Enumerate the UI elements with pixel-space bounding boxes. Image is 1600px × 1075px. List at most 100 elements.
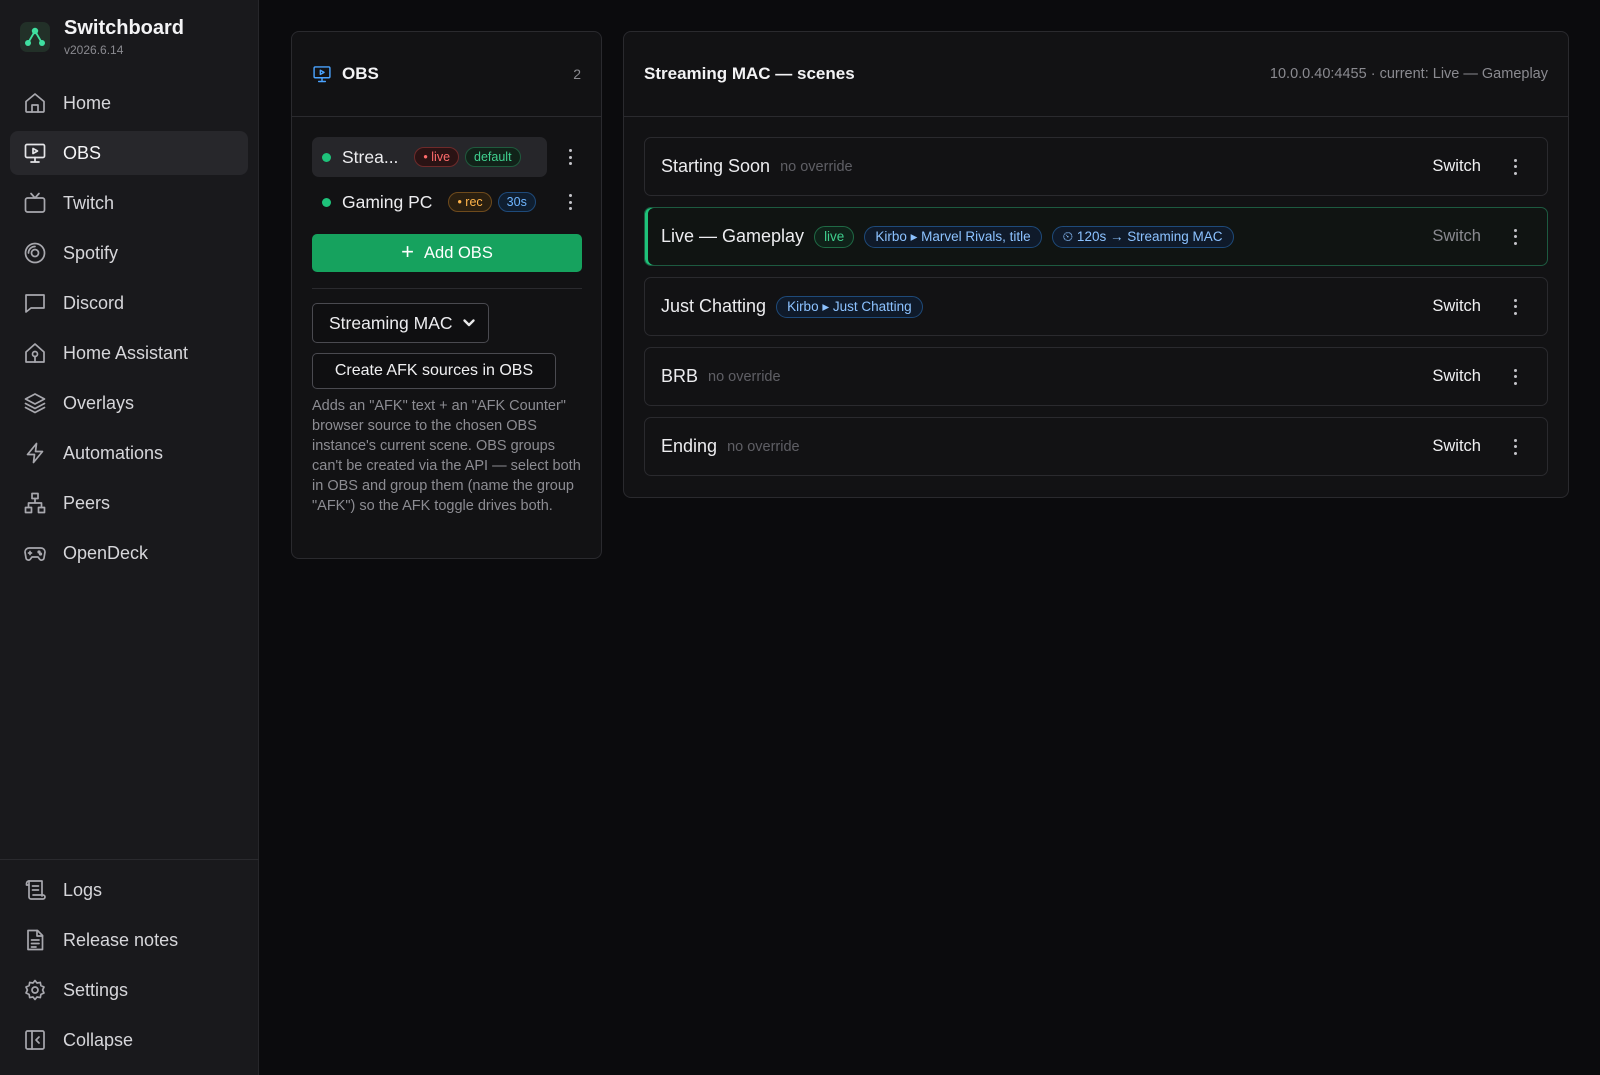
divider — [312, 288, 582, 289]
rec-badge: • rec — [448, 192, 492, 212]
nav-label: OpenDeck — [63, 542, 149, 563]
connection-info: 10.0.0.40:4455 · current: Live — Gamepla… — [1269, 66, 1548, 82]
scenes-panel-header: Streaming MAC — scenes 10.0.0.40:4455 · … — [624, 32, 1568, 117]
scene-note: no override — [708, 368, 781, 385]
switch-button[interactable]: Switch — [1432, 367, 1481, 386]
home-assistant-icon — [25, 343, 45, 363]
twitch-override-pill: Kirbo ▸ Marvel Rivals, title — [864, 225, 1042, 248]
connected-status-dot — [322, 152, 331, 162]
duration-badge: 30s — [497, 192, 536, 212]
nav-label: Discord — [63, 292, 125, 313]
home-icon — [25, 93, 45, 113]
collapse-icon — [25, 1030, 45, 1050]
sidebar: Switchboard v2026.6.14 Home OBS Twitch S… — [0, 0, 259, 1075]
nav-label: Spotify — [63, 242, 119, 263]
nav-item-overlays[interactable]: Overlays — [10, 381, 248, 425]
nav-item-home-assistant[interactable]: Home Assistant — [10, 331, 248, 375]
nav-item-twitch[interactable]: Twitch — [10, 181, 248, 225]
nav-item-opendeck[interactable]: OpenDeck — [10, 531, 248, 575]
nav-item-peers[interactable]: Peers — [10, 481, 248, 525]
chevron-down-icon — [463, 319, 475, 327]
nav-label: Automations — [63, 442, 164, 463]
select-value: Streaming MAC — [329, 312, 453, 333]
tv-icon — [24, 192, 46, 213]
switchboard-logo-icon — [20, 22, 50, 52]
scene-name: Ending — [661, 436, 718, 456]
nav-label: Settings — [63, 979, 129, 1000]
lightning-icon — [26, 442, 44, 464]
nav-label: OBS — [63, 142, 102, 163]
nav-label: Overlays — [63, 392, 135, 413]
brand: Switchboard v2026.6.14 — [20, 16, 184, 58]
scene-row-starting-soon: Starting Soon no override Switch — [644, 137, 1548, 196]
obs-instance-count: 2 — [573, 66, 581, 82]
nav-label: Peers — [63, 492, 111, 513]
obs-instance-gaming-pc[interactable]: Gaming PC • rec 30s — [312, 182, 572, 222]
obs-instance-list: Strea... • live default Gaming PC • rec … — [292, 117, 601, 222]
app-version: v2026.6.14 — [64, 43, 124, 57]
live-badge: • live — [414, 147, 460, 167]
gamepad-icon — [24, 547, 46, 561]
obs-instance-streaming[interactable]: Strea... • live default — [312, 137, 572, 177]
instance-menu-icon[interactable] — [567, 149, 573, 165]
scene-menu-icon[interactable] — [1512, 158, 1518, 175]
obs-panel: OBS 2 Strea... • live default Gaming PC … — [291, 31, 602, 559]
nav-item-release-notes[interactable]: Release notes — [10, 918, 248, 962]
monitor-icon — [313, 66, 331, 83]
scene-name: BRB — [661, 366, 699, 386]
afk-description: Adds an "AFK" text + an "AFK Counter" br… — [312, 398, 581, 514]
default-badge: default — [465, 147, 521, 167]
scene-menu-icon[interactable] — [1512, 298, 1518, 315]
scene-note: no override — [727, 438, 800, 455]
scenes-panel: Streaming MAC — scenes 10.0.0.40:4455 · … — [623, 31, 1569, 498]
nav-item-settings[interactable]: Settings — [10, 968, 248, 1012]
scene-menu-icon[interactable] — [1512, 228, 1518, 245]
nav-item-spotify[interactable]: Spotify — [10, 231, 248, 275]
sidebar-divider — [0, 859, 259, 860]
scene-row-live-gameplay: Live — Gameplay live Kirbo ▸ Marvel Riva… — [644, 207, 1548, 266]
create-afk-sources-button[interactable]: Create AFK sources in OBS — [312, 353, 556, 389]
obs-instance-select[interactable]: Streaming MAC — [312, 303, 489, 343]
spotify-icon — [24, 242, 46, 264]
add-obs-button[interactable]: + Add OBS — [312, 234, 582, 272]
nav-item-obs[interactable]: OBS — [10, 131, 248, 175]
timer-pill: ⏲ 120s → Streaming MAC — [1051, 225, 1234, 248]
scene-name: Just Chatting — [661, 296, 767, 316]
nav-label: Home — [63, 92, 112, 113]
scene-name: Starting Soon — [661, 156, 771, 176]
nav-label: Home Assistant — [63, 342, 189, 363]
chat-icon — [25, 294, 45, 313]
gear-icon — [25, 979, 45, 1001]
nav-label: Release notes — [63, 929, 179, 950]
bottom-nav: Logs Release notes Settings Collapse — [10, 868, 248, 1068]
scene-menu-icon[interactable] — [1512, 368, 1518, 385]
nav-item-discord[interactable]: Discord — [10, 281, 248, 325]
nav-label: Collapse — [63, 1029, 134, 1050]
scene-row-just-chatting: Just Chatting Kirbo ▸ Just Chatting Swit… — [644, 277, 1548, 336]
nav-item-logs[interactable]: Logs — [10, 868, 248, 912]
obs-panel-title: OBS — [342, 64, 379, 83]
scene-name: Live — Gameplay — [661, 226, 805, 246]
nav-label: Logs — [63, 879, 103, 900]
nav-item-home[interactable]: Home — [10, 81, 248, 125]
nav-item-collapse[interactable]: Collapse — [10, 1018, 248, 1062]
nav-item-automations[interactable]: Automations — [10, 431, 248, 475]
scene-note: no override — [780, 158, 853, 175]
layers-icon — [24, 393, 46, 414]
app-title: Switchboard — [64, 17, 185, 39]
live-badge: live — [814, 225, 855, 248]
connected-status-dot — [322, 197, 331, 207]
switch-button[interactable]: Switch — [1432, 297, 1481, 316]
switch-button[interactable]: Switch — [1432, 157, 1481, 176]
scene-row-ending: Ending no override Switch — [644, 417, 1548, 476]
plus-icon: + — [401, 239, 415, 264]
nav-label: Twitch — [63, 192, 115, 213]
switch-button[interactable]: Switch — [1432, 437, 1481, 456]
switch-button[interactable]: Switch — [1432, 227, 1481, 246]
scroll-icon — [25, 880, 46, 900]
scene-menu-icon[interactable] — [1512, 438, 1518, 455]
scene-list: Starting Soon no override Switch Live — … — [624, 117, 1568, 476]
obs-instance-name: Gaming PC — [342, 191, 433, 212]
main-nav: Home OBS Twitch Spotify Discord Home Ass… — [10, 81, 248, 581]
instance-menu-icon[interactable] — [567, 194, 573, 210]
